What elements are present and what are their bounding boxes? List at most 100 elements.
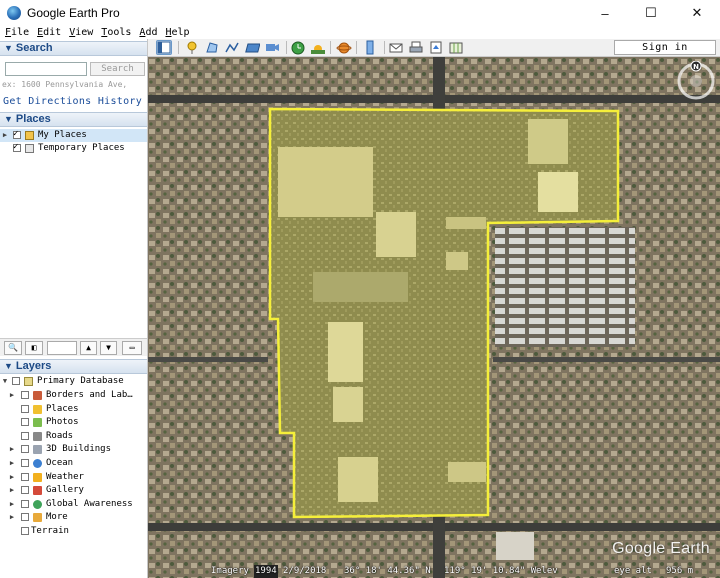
expand-arrow-icon[interactable]: ▶ [8,511,16,524]
checkbox[interactable] [21,486,29,495]
sign-in-button[interactable]: Sign in [614,40,716,55]
folder-icon [25,144,34,153]
planets-icon[interactable] [336,40,352,55]
expand-arrow-icon[interactable]: ▶ [8,443,16,456]
sunlight-icon[interactable] [310,40,326,55]
get-directions-link[interactable]: Get Directions [3,96,92,107]
search-hint: ex: 1600 Pennsylvania Ave, [2,80,128,89]
layers-item-label: Global Awareness [46,498,133,509]
checkbox[interactable] [21,431,29,440]
menu-add[interactable]: Add [134,26,160,39]
collapse-triangle-icon: ▼ [4,43,13,53]
database-icon [24,377,33,386]
checkbox[interactable] [21,472,29,481]
expand-arrow-icon[interactable]: ▶ [1,129,9,142]
layers-item-primary-database[interactable]: ▼ Primary Database [0,375,147,388]
places-filter-input[interactable] [47,341,77,355]
checkbox[interactable] [21,527,29,535]
path-icon[interactable] [224,40,240,55]
history-link[interactable]: History [98,96,142,107]
layers-item[interactable]: ▶ 3D Buildings [0,443,147,456]
layers-panel-header[interactable]: ▼ Layers [0,359,147,374]
move-up-icon[interactable]: ▲ [80,341,97,355]
ruler-icon[interactable] [362,40,378,55]
print-icon[interactable] [408,40,424,55]
layers-item-label: Photos [46,417,79,428]
global-awareness-icon [33,499,42,509]
expand-arrow-icon[interactable]: ▶ [8,457,16,470]
email-icon[interactable] [388,40,404,55]
sidebar-toggle-icon[interactable] [156,40,172,55]
layers-item[interactable]: ▶ Weather [0,471,147,484]
google-earth-watermark: Google Earth [612,540,710,557]
placemark-icon[interactable] [184,40,200,55]
close-button[interactable]: ✕ [674,0,720,26]
expand-arrow-icon[interactable]: ▼ [1,375,9,388]
menu-help[interactable]: Help [160,26,192,39]
expand-arrow-icon[interactable]: ▶ [8,484,16,497]
menu-view[interactable]: View [64,26,96,39]
imagery-year-badge: 1994 [254,565,278,578]
imagery-label: Imagery [211,566,249,576]
checkbox[interactable] [21,445,29,454]
layers-item[interactable]: ▶ Global Awareness [0,498,147,511]
window-controls: – ☐ ✕ [582,0,720,26]
search-places-icon[interactable]: 🔍 [4,341,22,355]
checkbox[interactable] [21,459,29,467]
menu-tools[interactable]: Tools [96,26,134,39]
record-tour-icon[interactable] [264,40,280,55]
search-button[interactable]: Search [90,62,145,76]
layers-item[interactable]: ▶ Ocean [0,457,147,470]
expand-arrow-icon[interactable]: ▶ [8,498,16,511]
layers-item[interactable]: ▶ Borders and Lab… [0,389,147,402]
image-overlay-icon[interactable] [244,40,261,55]
checkbox[interactable] [21,499,29,508]
places-item-my-places[interactable]: ▶ My Places [0,128,147,142]
expand-arrow-icon[interactable]: ▶ [8,389,16,402]
layers-item[interactable]: ▶ Gallery [0,484,147,497]
historical-imagery-icon[interactable] [290,40,306,55]
menu-bar: File Edit View Tools Add Help [0,26,720,39]
layers-item[interactable]: Terrain [0,525,147,538]
checkbox[interactable] [21,391,29,399]
photos-icon [33,418,42,428]
checkbox[interactable] [21,418,29,427]
polygon-icon[interactable] [204,40,220,55]
sidebar: ▼ Search Search ex: 1600 Pennsylvania Ave… [0,39,148,578]
layers-item-label: 3D Buildings [46,444,112,455]
move-down-icon[interactable]: ▼ [100,341,117,355]
eye-alt-label: eye alt [614,566,652,576]
layers-item[interactable]: Roads [0,430,147,443]
checkbox[interactable] [21,404,29,413]
layers-item[interactable]: Photos [0,416,147,429]
google-earth-app-icon [7,6,21,20]
menu-edit[interactable]: Edit [32,26,64,39]
layers-item-label: More [46,512,68,523]
layers-item-label: Terrain [31,526,69,536]
search-input[interactable] [5,62,87,76]
maximize-button[interactable]: ☐ [628,0,674,26]
satellite-imagery[interactable] [148,57,720,578]
add-folder-icon[interactable]: ▭ [122,341,142,355]
search-panel-header[interactable]: ▼ Search [0,41,147,56]
map-view[interactable]: N Google Earth Imagery 1994 2/9/2018 36°… [148,57,720,578]
checkbox[interactable] [12,377,20,385]
layers-item-label: Borders and Lab… [46,390,133,400]
layers-item[interactable]: Places [0,403,147,416]
save-image-icon[interactable] [428,40,444,55]
minimize-button[interactable]: – [582,0,628,26]
view-in-maps-icon[interactable] [448,40,464,55]
layers-item[interactable]: ▶ More [0,511,147,524]
checkbox[interactable] [13,141,21,154]
places-item-temporary-places[interactable]: Temporary Places [0,141,147,155]
menu-file[interactable]: File [0,26,32,39]
collapse-triangle-icon: ▼ [4,114,13,124]
checkbox[interactable] [13,128,21,141]
compass-north-label: N [693,63,699,71]
checkbox[interactable] [21,513,29,522]
expand-arrow-icon[interactable]: ▶ [8,471,16,484]
places-panel-header[interactable]: ▼ Places [0,112,147,127]
panel-toggle-icon[interactable]: ◧ [25,341,43,355]
compass-control[interactable]: N [676,60,716,101]
roads-icon [33,431,42,441]
